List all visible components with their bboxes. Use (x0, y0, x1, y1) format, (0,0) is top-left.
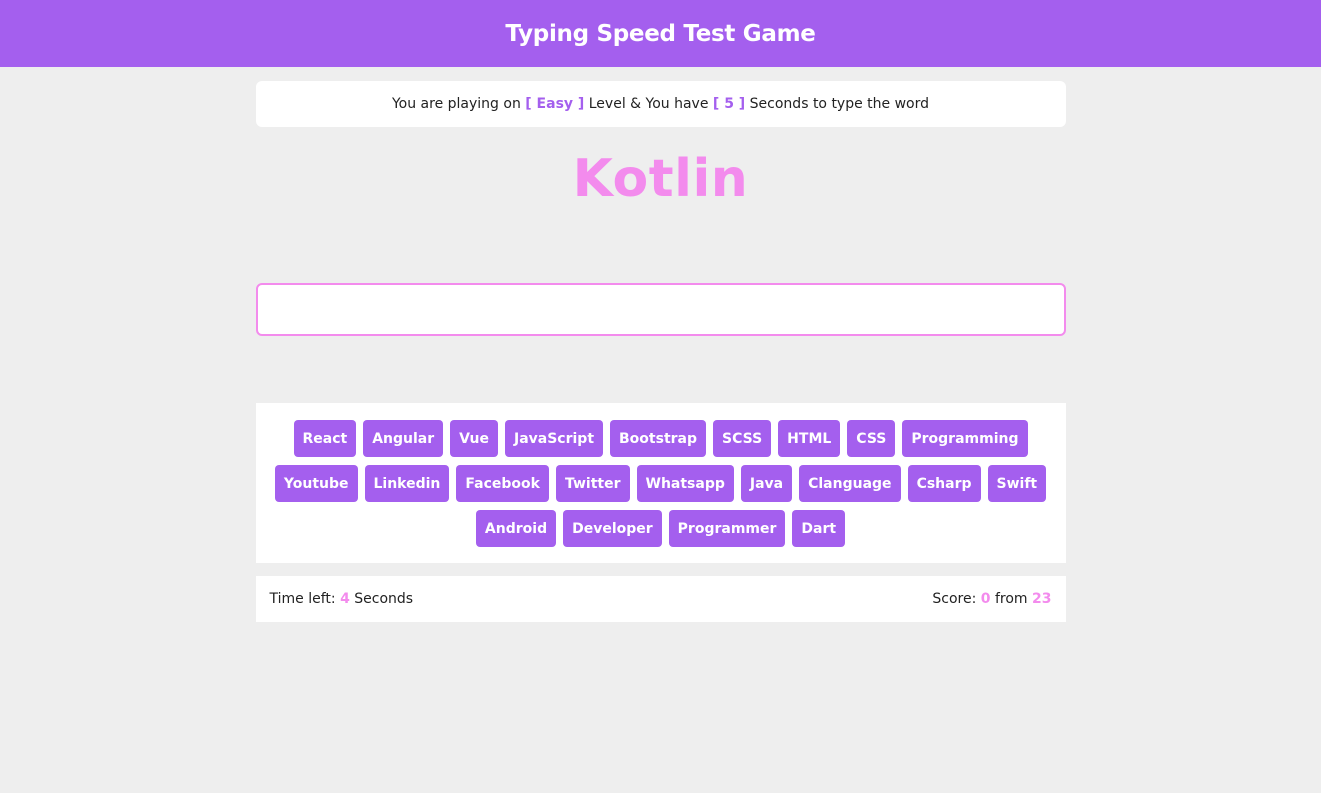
level-name: [ Easy ] (525, 96, 585, 112)
word-tag: Programmer (668, 510, 786, 547)
time-left: Time left: 4 Seconds (270, 591, 414, 607)
word-tag: CSS (847, 420, 896, 457)
score-value: 0 (980, 591, 991, 607)
game-title: Typing Speed Test Game (505, 20, 816, 47)
message-suffix: Seconds to type the word (749, 96, 930, 112)
word-tag: JavaScript (504, 420, 604, 457)
word-tag: Csharp (907, 465, 981, 502)
level-seconds: [ 5 ] (712, 96, 746, 112)
word-tag: Whatsapp (636, 465, 734, 502)
word-tag: Clanguage (799, 465, 901, 502)
word-tag: Dart (792, 510, 846, 547)
word-tag: Swift (987, 465, 1047, 502)
input-wrapper (255, 283, 1066, 336)
word-tag: Developer (563, 510, 662, 547)
word-tag: React (293, 420, 357, 457)
time-value: 4 (340, 591, 350, 607)
word-tag: Youtube (274, 465, 358, 502)
game-controls: Time left: 4 Seconds Score: 0 from 23 (255, 576, 1066, 622)
word-tag: Programming (902, 420, 1028, 457)
score: Score: 0 from 23 (932, 591, 1051, 607)
word-tag: Vue (450, 420, 498, 457)
time-label: Time left: (269, 591, 336, 607)
word-tag: Twitter (555, 465, 630, 502)
upcoming-words: React Angular Vue JavaScript Bootstrap SCSS HT… (255, 403, 1066, 563)
game-container: You are playing on [ Easy ] Level & You … (255, 81, 1066, 622)
word-tag: SCSS (713, 420, 772, 457)
word-tag: Facebook (456, 465, 549, 502)
level-message: You are playing on [ Easy ] Level & You … (255, 81, 1066, 127)
word-input[interactable] (255, 283, 1066, 336)
word-tag: Bootstrap (610, 420, 707, 457)
word-tag: Java (740, 465, 793, 502)
word-tag: HTML (778, 420, 841, 457)
score-label: Score: (932, 591, 977, 607)
score-from: from (994, 591, 1028, 607)
game-header: Typing Speed Test Game (0, 0, 1321, 67)
time-unit: Seconds (354, 591, 414, 607)
word-tag: Linkedin (364, 465, 450, 502)
current-word: Kotlin (572, 149, 749, 209)
message-middle: Level & You have (588, 96, 709, 112)
word-tag: Android (475, 510, 557, 547)
message-prefix: You are playing on (391, 96, 521, 112)
word-tag: Angular (363, 420, 444, 457)
score-total: 23 (1032, 591, 1052, 607)
